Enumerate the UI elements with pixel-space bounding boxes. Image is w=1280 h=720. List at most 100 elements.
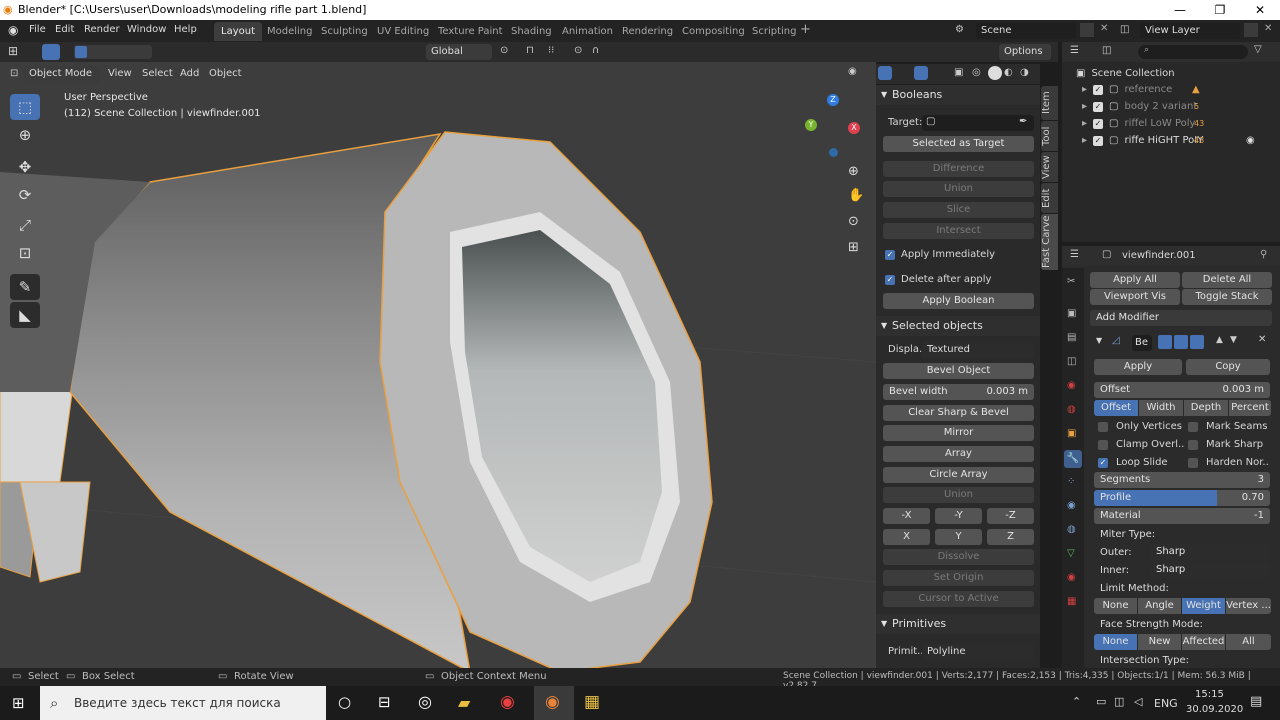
transform-orientation-dropdown[interactable]: Global bbox=[426, 44, 492, 60]
delete-after-apply-checkbox[interactable]: ✓ Delete after apply bbox=[885, 274, 991, 285]
tab-edit[interactable]: Edit bbox=[1041, 183, 1058, 213]
add-modifier-dropdown[interactable]: Add Modifier bbox=[1090, 310, 1272, 326]
filter-icon[interactable]: ▽ bbox=[1254, 44, 1262, 55]
menu-window[interactable]: Window bbox=[127, 24, 166, 35]
expand-icon[interactable]: ▸ bbox=[1082, 135, 1087, 146]
union-objects-button[interactable]: Union bbox=[883, 487, 1034, 503]
windows-start-icon[interactable]: ⊞ bbox=[12, 694, 25, 712]
physics-tab-icon[interactable]: ◉ bbox=[1067, 500, 1076, 511]
task-view-icon[interactable]: ⊟ bbox=[378, 693, 391, 711]
network-icon[interactable]: ◫ bbox=[1114, 695, 1124, 708]
mirror-button[interactable]: Mirror bbox=[883, 425, 1034, 441]
blender-menu-icon[interactable]: ◉ bbox=[8, 23, 18, 37]
tab-tool[interactable]: Tool bbox=[1041, 121, 1058, 151]
slice-button[interactable]: Slice bbox=[883, 202, 1034, 218]
blender-taskbar-button[interactable]: ◉ bbox=[534, 686, 574, 720]
delete-all-button[interactable]: Delete All bbox=[1182, 272, 1272, 288]
add-workspace-icon[interactable]: + bbox=[800, 22, 811, 37]
tab-layout[interactable]: Layout bbox=[214, 22, 262, 41]
width-type-offset[interactable]: Offset bbox=[1094, 400, 1138, 416]
apply-immediately-checkbox[interactable]: ✓ Apply Immediately bbox=[885, 249, 995, 260]
outliner-item[interactable]: ▸ ✓ ▢ riffel LoW Poly 43 bbox=[1082, 118, 1278, 129]
particles-tab-icon[interactable]: ⁘ bbox=[1067, 476, 1075, 487]
select-box-tool[interactable]: ⬚ bbox=[10, 94, 40, 120]
xray-icon[interactable]: ▣ bbox=[954, 67, 963, 78]
wireframe-shading-icon[interactable]: ◎ bbox=[972, 67, 981, 78]
select-new-icon[interactable] bbox=[75, 46, 87, 58]
check-icon[interactable]: ✓ bbox=[1093, 84, 1104, 95]
menu-help[interactable]: Help bbox=[174, 24, 197, 35]
scene-copy-icon[interactable] bbox=[1080, 23, 1094, 37]
mirror-neg-y-button[interactable]: -Y bbox=[935, 508, 982, 524]
tab-texture-paint[interactable]: Texture Paint bbox=[431, 22, 510, 41]
menu-edit[interactable]: Edit bbox=[55, 24, 74, 35]
tab-scripting[interactable]: Scripting bbox=[745, 22, 803, 41]
display-dropdown[interactable]: Textured bbox=[922, 342, 1034, 358]
viewport-vis-button[interactable]: Viewport Vis bbox=[1090, 289, 1180, 305]
modifier-name-field[interactable]: Be bbox=[1132, 335, 1152, 351]
snap-icon[interactable]: ⊓ bbox=[526, 45, 534, 56]
camera-icon[interactable]: ⊙ bbox=[848, 214, 859, 229]
face-strength-all[interactable]: All bbox=[1226, 634, 1271, 650]
show-edit-mode-icon[interactable] bbox=[1158, 335, 1172, 349]
menu-view[interactable]: View bbox=[108, 68, 132, 79]
world-tab-icon[interactable]: ◍ bbox=[1067, 404, 1076, 415]
move-tool[interactable]: ✥ bbox=[10, 154, 40, 180]
set-origin-button[interactable]: Set Origin bbox=[883, 570, 1034, 586]
editor-type-icon[interactable]: ⊞ bbox=[8, 44, 18, 58]
outliner-item[interactable]: ▸ ✓ ▢ reference ▲ bbox=[1082, 84, 1278, 95]
zoom-icon[interactable]: ⊕ bbox=[848, 164, 859, 179]
array-button[interactable]: Array bbox=[883, 446, 1034, 462]
scale-tool[interactable]: ⤢ bbox=[10, 212, 40, 238]
app-icon[interactable]: ◎ bbox=[418, 692, 432, 711]
cortana-icon[interactable]: ○ bbox=[338, 693, 351, 711]
properties-editor-icon[interactable]: ☰ bbox=[1070, 249, 1079, 260]
keyboard-language[interactable]: ENG bbox=[1154, 697, 1178, 710]
collapse-icon[interactable]: ▼ bbox=[1096, 336, 1102, 345]
face-strength-affected[interactable]: Affected bbox=[1182, 634, 1225, 650]
view-layer-tab-icon[interactable]: ◫ bbox=[1067, 356, 1076, 367]
overlay-toggle-icon[interactable] bbox=[914, 66, 928, 80]
primitives-header[interactable]: ▼ Primitives bbox=[876, 614, 1040, 634]
difference-button[interactable]: Difference bbox=[883, 161, 1034, 177]
gizmo-y-axis[interactable]: Y bbox=[805, 119, 817, 131]
notifications-icon[interactable]: ▤ bbox=[1250, 694, 1262, 709]
viewport-canvas[interactable] bbox=[0, 62, 876, 668]
mirror-y-button[interactable]: Y bbox=[935, 529, 982, 545]
tab-animation[interactable]: Animation bbox=[555, 22, 620, 41]
width-type-percent[interactable]: Percent bbox=[1229, 400, 1271, 416]
union-button[interactable]: Union bbox=[883, 181, 1034, 197]
scene-selector[interactable]: Scene bbox=[976, 23, 1076, 39]
apply-boolean-button[interactable]: Apply Boolean bbox=[883, 293, 1034, 309]
outliner-item[interactable]: ▸ ✓ ▢ riffe HiGHT PoIY 43 ◉ bbox=[1082, 135, 1278, 146]
menu-add[interactable]: Add bbox=[180, 68, 199, 79]
show-viewport-icon[interactable] bbox=[1174, 335, 1188, 349]
clock-date[interactable]: 30.09.2020 bbox=[1186, 704, 1243, 715]
proportional-edit-icon[interactable]: ⊙ bbox=[574, 45, 582, 56]
view-layer-delete-icon[interactable]: ✕ bbox=[1264, 23, 1272, 34]
volume-icon[interactable]: ◁ bbox=[1134, 695, 1142, 708]
tool-tab-icon[interactable]: ✂ bbox=[1067, 276, 1075, 287]
minimize-button[interactable]: — bbox=[1160, 0, 1200, 20]
mirror-neg-z-button[interactable]: -Z bbox=[987, 508, 1034, 524]
offset-field[interactable]: Offset 0.003 m bbox=[1094, 382, 1270, 398]
only-vertices-checkbox[interactable]: Only Vertices bbox=[1098, 421, 1182, 432]
clapper-app-icon[interactable]: ▦ bbox=[584, 692, 600, 712]
tray-chevron-icon[interactable]: ⌃ bbox=[1072, 695, 1081, 708]
check-icon[interactable]: ✓ bbox=[1093, 135, 1104, 146]
limit-none[interactable]: None bbox=[1094, 598, 1137, 614]
expand-icon[interactable]: ▸ bbox=[1082, 101, 1087, 112]
move-down-icon[interactable]: ▼ bbox=[1230, 335, 1237, 345]
tab-uv-editing[interactable]: UV Editing bbox=[370, 22, 436, 41]
modifier-tab-wrench-icon[interactable]: 🔧 bbox=[1064, 450, 1082, 468]
ortho-grid-icon[interactable]: ⊞ bbox=[848, 240, 859, 255]
mirror-neg-x-button[interactable]: -X bbox=[883, 508, 930, 524]
display-mode-icon[interactable]: ◫ bbox=[1102, 45, 1111, 56]
circle-array-button[interactable]: Circle Array bbox=[883, 467, 1034, 483]
mirror-x-button[interactable]: X bbox=[883, 529, 930, 545]
cursor-to-active-button[interactable]: Cursor to Active bbox=[883, 591, 1034, 607]
render-tab-icon[interactable]: ▣ bbox=[1067, 308, 1076, 319]
primitive-dropdown[interactable]: Polyline bbox=[922, 644, 1034, 660]
check-icon[interactable]: ✓ bbox=[1093, 101, 1104, 112]
mark-sharp-checkbox[interactable]: Mark Sharp bbox=[1188, 439, 1263, 450]
